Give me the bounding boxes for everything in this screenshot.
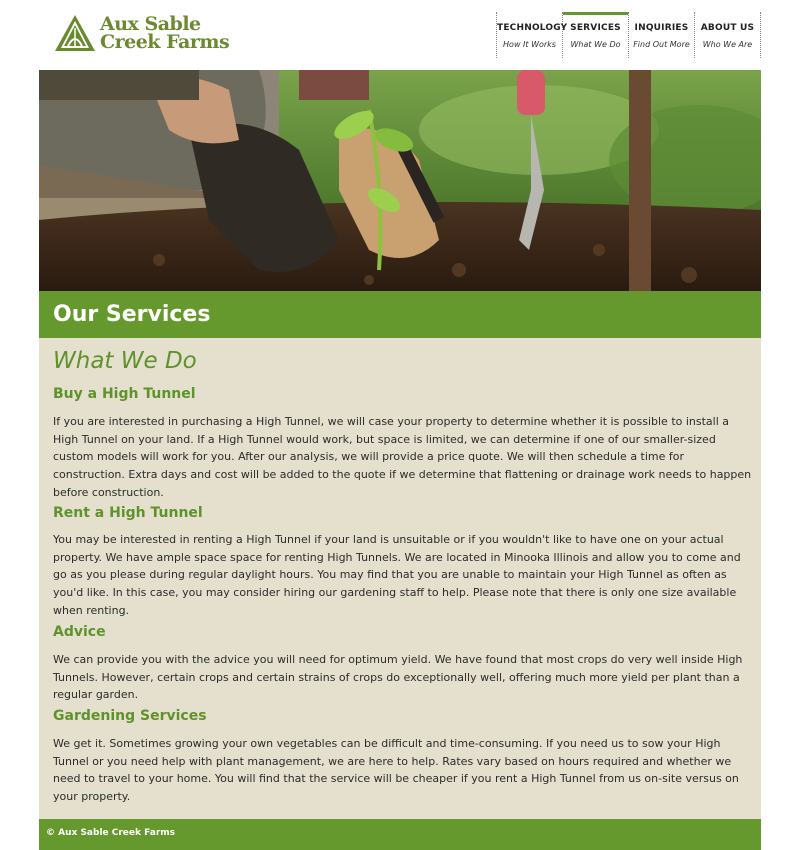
nav-about[interactable]: ABOUT US Who We Are [695,12,761,58]
copyright-text: © Aux Sable Creek Farms [46,828,176,838]
section-heading-advice: Advice [53,624,106,640]
page-title: Our Services [53,302,211,327]
section-body-gardening: We get it. Sometimes growing your own ve… [53,737,739,804]
section-body-rent: You may be interested in renting a High … [53,533,741,617]
nav-about-sub: Who We Are [702,40,753,49]
nav-inquiries-label: INQUIRIES [634,23,689,33]
site-footer: © Aux Sable Creek Farms [39,819,761,850]
nav-technology-sub: How It Works [503,40,556,49]
main-nav: TECHNOLOGY How It Works SERVICES What We… [496,12,761,58]
site-logo[interactable]: Aux Sable Creek Farms [54,14,230,53]
brand-name: Aux Sable Creek Farms [100,15,230,53]
nav-inquiries[interactable]: INQUIRIES Find Out More [629,12,695,58]
section-heading-gardening: Gardening Services [53,708,207,724]
page-title-banner: Our Services [39,291,761,338]
nav-services[interactable]: SERVICES What We Do [563,12,629,58]
nav-about-label: ABOUT US [700,23,755,33]
site-header: Aux Sable Creek Farms TECHNOLOGY How It … [0,0,800,70]
hero-image [39,70,761,291]
gardening-photo [39,70,761,291]
nav-services-sub: What We Do [570,40,621,49]
nav-technology[interactable]: TECHNOLOGY How It Works [497,12,568,58]
page-subtitle: What We Do [53,348,197,374]
nav-technology-label: TECHNOLOGY [497,23,568,33]
section-body-advice: We can provide you with the advice you w… [53,653,743,702]
section-heading-buy: Buy a High Tunnel [53,386,196,402]
nav-inquiries-sub: Find Out More [633,40,690,49]
tunnel-triangle-icon [55,15,95,51]
nav-services-label: SERVICES [570,23,621,33]
section-heading-rent: Rent a High Tunnel [53,505,203,521]
brand-line-2: Creek Farms [100,31,230,53]
main-content: What We Do Buy a High Tunnel If you are … [39,338,761,819]
section-body-buy: If you are interested in purchasing a Hi… [53,415,752,499]
